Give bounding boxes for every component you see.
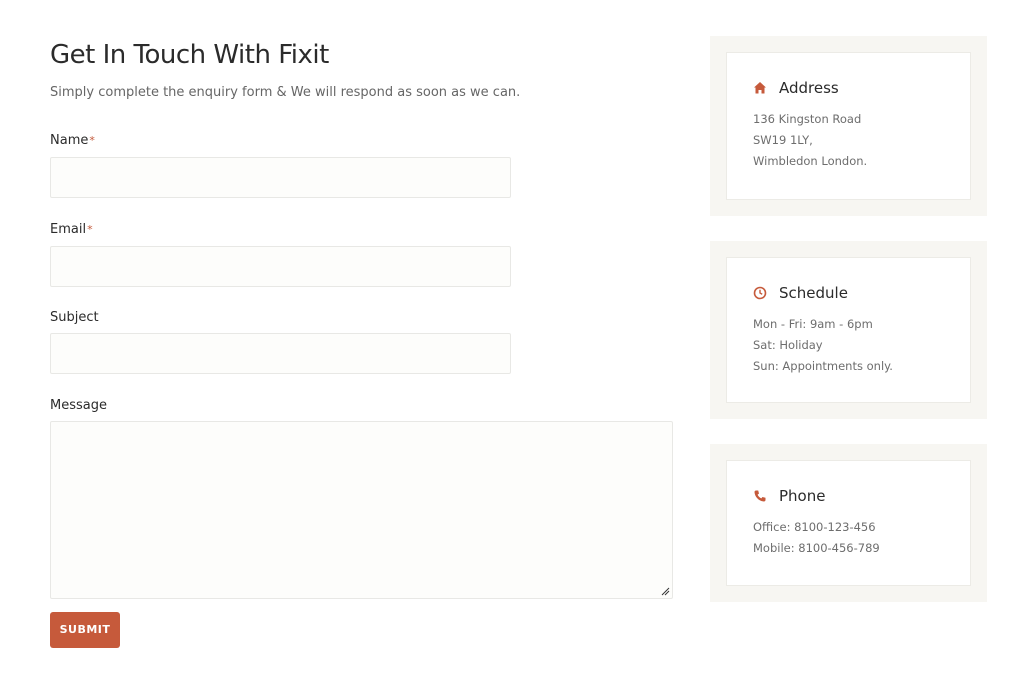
phone-card: Phone Office: 8100-123-456 Mobile: 8100-… <box>710 444 987 602</box>
home-icon <box>754 82 766 94</box>
email-label: Email* <box>50 222 93 238</box>
schedule-line: Mon - Fri: 9am - 6pm <box>753 317 873 331</box>
schedule-lines: Mon - Fri: 9am - 6pm Sat: Holiday Sun: A… <box>753 314 893 377</box>
name-label-text: Name <box>50 133 89 148</box>
schedule-card-inner: Schedule Mon - Fri: 9am - 6pm Sat: Holid… <box>726 257 971 403</box>
address-card: Address 136 Kingston Road SW19 1LY, Wimb… <box>710 36 987 216</box>
schedule-card-header: Schedule <box>753 284 848 302</box>
name-input[interactable] <box>50 157 511 198</box>
schedule-card: Schedule Mon - Fri: 9am - 6pm Sat: Holid… <box>710 241 987 419</box>
phone-line[interactable]: Office: 8100-123-456 <box>753 517 880 538</box>
message-textarea[interactable] <box>50 421 673 599</box>
phone-lines: Office: 8100-123-456 Mobile: 8100-456-78… <box>753 517 880 559</box>
page-subtitle: Simply complete the enquiry form & We wi… <box>50 85 521 100</box>
address-title: Address <box>779 79 839 97</box>
submit-button[interactable]: SUBMIT <box>50 612 120 648</box>
resize-handle-icon[interactable] <box>660 586 670 596</box>
page-title: Get In Touch With Fixit <box>50 40 329 70</box>
phone-line[interactable]: Mobile: 8100-456-789 <box>753 538 880 559</box>
contact-form-header: Get In Touch With Fixit Simply complete … <box>50 38 673 102</box>
contact-page: Get In Touch With Fixit Simply complete … <box>0 0 1012 684</box>
subject-input[interactable] <box>50 333 511 374</box>
phone-card-inner: Phone Office: 8100-123-456 Mobile: 8100-… <box>726 460 971 586</box>
schedule-line: Sun: Appointments only. <box>753 359 893 373</box>
subject-label: Subject <box>50 310 99 325</box>
required-marker: * <box>87 223 93 236</box>
schedule-title: Schedule <box>779 284 848 302</box>
address-line: SW19 1LY, <box>753 133 813 147</box>
phone-icon <box>754 490 766 502</box>
address-card-header: Address <box>753 79 839 97</box>
email-label-text: Email <box>50 222 87 237</box>
name-label: Name* <box>50 133 95 149</box>
phone-title: Phone <box>779 487 826 505</box>
phone-card-header: Phone <box>753 487 825 505</box>
address-lines: 136 Kingston Road SW19 1LY, Wimbledon Lo… <box>753 109 867 172</box>
clock-icon <box>753 286 767 300</box>
address-line: 136 Kingston Road <box>753 112 862 126</box>
address-line: Wimbledon London. <box>753 154 868 168</box>
message-label: Message <box>50 398 107 413</box>
email-input[interactable] <box>50 246 511 287</box>
schedule-line: Sat: Holiday <box>753 338 823 352</box>
required-marker: * <box>89 134 95 147</box>
address-card-inner: Address 136 Kingston Road SW19 1LY, Wimb… <box>726 52 971 200</box>
